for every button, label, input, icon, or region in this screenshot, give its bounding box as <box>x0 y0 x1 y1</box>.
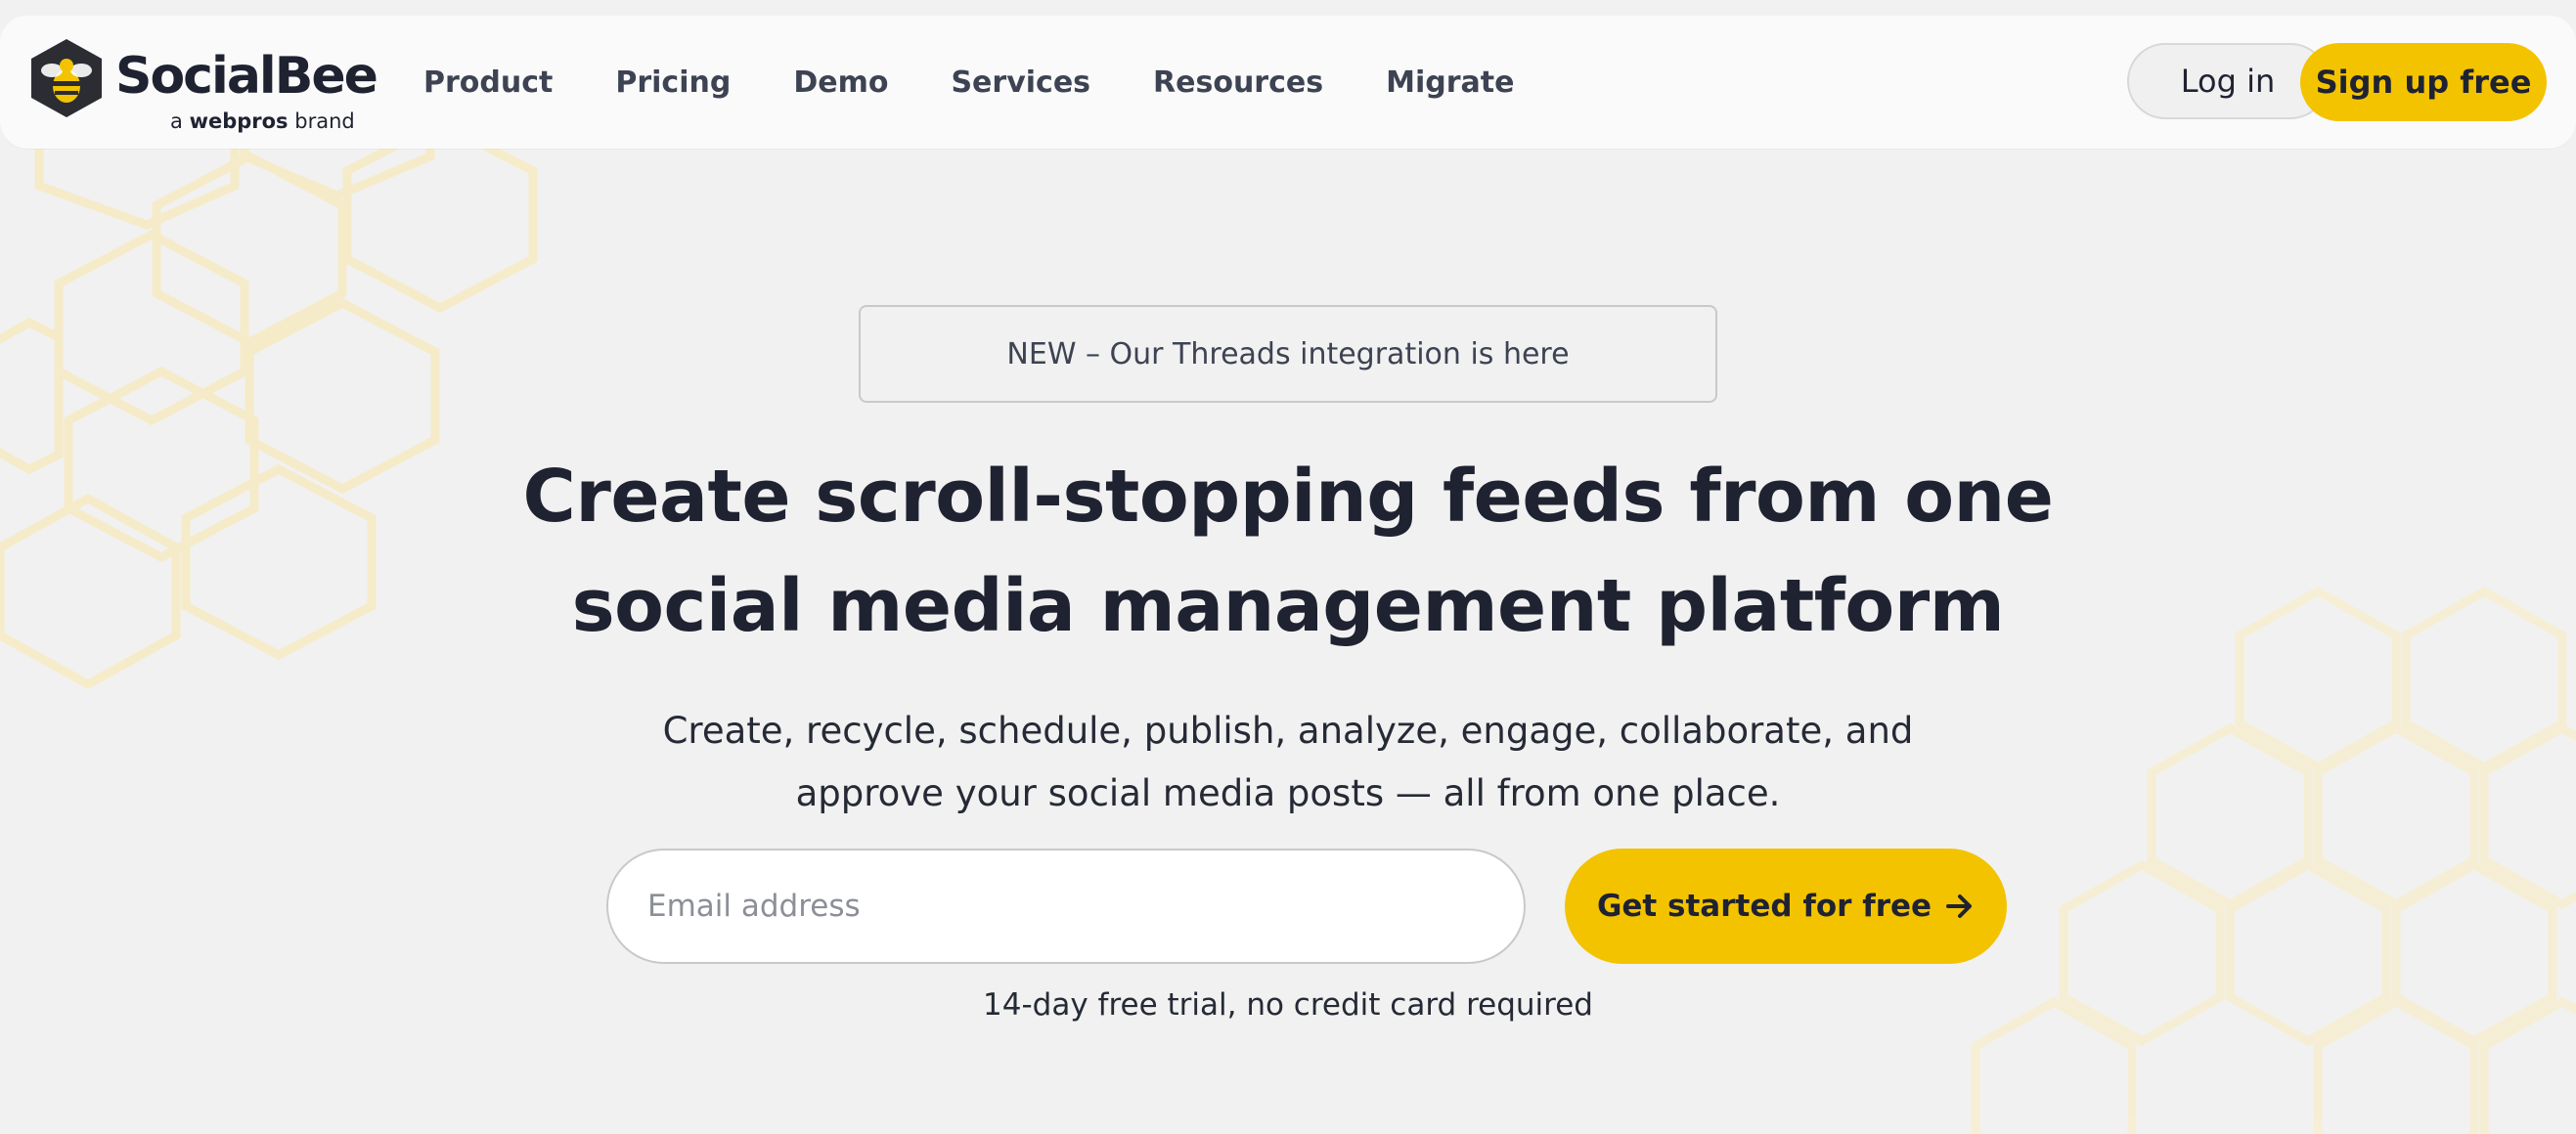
top-navigation-bar: SocialBee a webpros brand Product Pricin… <box>0 16 2576 149</box>
socialbee-logo[interactable]: SocialBee a webpros brand <box>25 37 378 135</box>
logo-subtitle: a webpros brand <box>170 109 355 133</box>
announcement-badge[interactable]: NEW – Our Threads integration is here <box>859 305 1717 403</box>
nav-item-pricing[interactable]: Pricing <box>615 65 731 100</box>
headline-line-2: social media management platform <box>571 564 2005 648</box>
login-button[interactable]: Log in <box>2127 43 2329 119</box>
nav-item-demo[interactable]: Demo <box>793 65 888 100</box>
get-started-button[interactable]: Get started for free <box>1565 849 2007 964</box>
signup-button[interactable]: Sign up free <box>2300 43 2547 121</box>
main-nav: Product Pricing Demo Services Resources … <box>423 16 1577 149</box>
hero-subheading: Create, recycle, schedule, publish, anal… <box>555 700 2021 825</box>
nav-item-services[interactable]: Services <box>951 65 1090 100</box>
get-started-label: Get started for free <box>1596 889 1932 924</box>
logo-wordmark: SocialBee <box>115 47 378 106</box>
email-field[interactable] <box>606 849 1526 964</box>
nav-item-product[interactable]: Product <box>423 65 553 100</box>
hero-headline: Create scroll-stopping feeds from one so… <box>310 442 2266 661</box>
trial-note: 14-day free trial, no credit card requir… <box>983 987 1593 1023</box>
subhead-line-2: approve your social media posts — all fr… <box>795 772 1781 814</box>
subhead-line-1: Create, recycle, schedule, publish, anal… <box>662 710 1914 752</box>
logo-sub-brand: webpros <box>189 109 289 133</box>
arrow-right-icon <box>1946 894 1973 918</box>
nav-item-resources[interactable]: Resources <box>1153 65 1323 100</box>
bee-hexagon-icon <box>31 39 102 117</box>
nav-item-migrate[interactable]: Migrate <box>1386 65 1514 100</box>
logo-sub-prefix: a <box>170 109 183 133</box>
headline-line-1: Create scroll-stopping feeds from one <box>522 455 2054 539</box>
logo-sub-suffix: brand <box>294 109 355 133</box>
